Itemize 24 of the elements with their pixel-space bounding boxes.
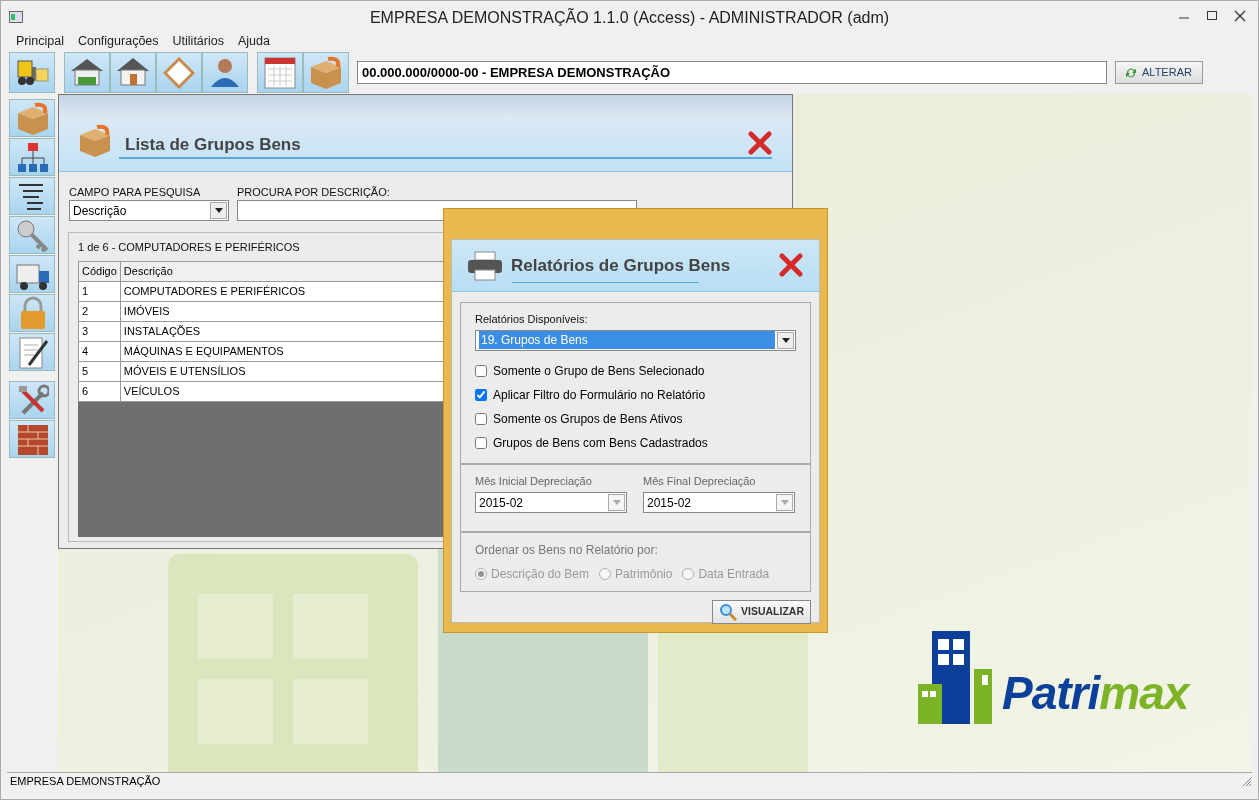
dialog-title: Relatórios de Grupos Bens	[511, 254, 731, 277]
status-text: EMPRESA DEMONSTRAÇÃO	[9, 774, 161, 790]
checkbox-label: Somente o Grupo de Bens Selecionado	[493, 362, 705, 380]
table-cell: 2	[78, 301, 121, 321]
brand-logo-text: Patrimax	[1002, 670, 1189, 716]
window-title: EMPRESA DEMONSTRAÇÃO 1.1.0 (Access) - ADMINISTRADOR (adm)	[369, 7, 890, 28]
month-label: Mês Final Depreciação	[643, 473, 757, 489]
table-cell: 1	[78, 281, 121, 301]
radio-label: Descrição do Bem	[491, 566, 590, 583]
sort-label: Ordenar os Bens no Relatório por:	[475, 542, 659, 559]
table-cell: 4	[78, 341, 121, 361]
radio-label: Patrimônio	[615, 566, 673, 583]
table-cell: 6	[78, 381, 121, 401]
checkbox-label: Aplicar Filtro do Formulário no Relatório	[493, 386, 706, 404]
table-cell: 5	[78, 361, 121, 381]
window-title: Lista de Grupos Bens	[125, 133, 301, 156]
field-label: CAMPO PARA PESQUISA	[69, 185, 201, 200]
search-label: PROCURA POR DESCRIÇÃO:	[237, 185, 390, 200]
record-caption: 1 de 6 - COMPUTADORES E PERIFÉRICOS	[77, 240, 301, 255]
radio-label: Data Entrada	[698, 566, 770, 583]
table-cell: 3	[78, 321, 121, 341]
checkbox-label: Somente os Grupos de Bens Ativos	[493, 410, 683, 428]
month-label: Mês Inicial Depreciação	[475, 473, 593, 489]
checkbox-label: Grupos de Bens com Bens Cadastrados	[493, 434, 708, 452]
